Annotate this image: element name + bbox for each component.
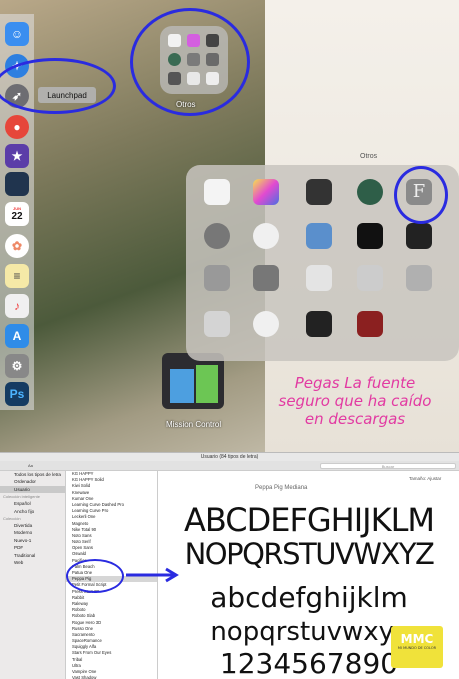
migration-assistant-icon[interactable] bbox=[306, 223, 332, 249]
watermark-big: MMC bbox=[400, 632, 434, 646]
size-value: Ajustar bbox=[427, 476, 442, 481]
grapher-icon[interactable] bbox=[253, 179, 279, 205]
desktop: ☺ ✦ ➶ ● ★ JUN 22 ✿ ≡ ♪ A ⚙ Ps Launchpad … bbox=[0, 0, 459, 452]
preview-font-name: Peppa Pig Mediana bbox=[255, 485, 308, 491]
preview-lowercase-1: abcdefghijklm bbox=[210, 581, 408, 614]
search-input[interactable]: Buscar bbox=[320, 463, 456, 469]
preview-uppercase-1: ABCDEFGHIJKLM bbox=[183, 501, 435, 539]
activity-monitor-icon[interactable] bbox=[406, 223, 432, 249]
notes-icon[interactable]: ≡ bbox=[5, 264, 29, 288]
font-list-item[interactable]: Vast Shadow bbox=[66, 675, 157, 679]
dictionary-icon[interactable] bbox=[357, 311, 383, 337]
imovie-icon[interactable]: ★ bbox=[5, 144, 29, 168]
boot-camp-icon[interactable] bbox=[406, 265, 432, 291]
mission-window-blue bbox=[170, 369, 194, 403]
settings-icon[interactable]: ⚙ bbox=[5, 354, 29, 378]
otros-highlight-circle bbox=[130, 8, 250, 116]
sidebar-item-all[interactable]: Todos los tipos de letra bbox=[0, 471, 65, 478]
mission-window-green bbox=[196, 365, 218, 403]
preview-uppercase-2: NOPQRSTUVWXYZ bbox=[184, 537, 435, 571]
photobooth-icon[interactable] bbox=[5, 172, 29, 196]
window-title: Usuario (84 tipos de letra) bbox=[0, 453, 459, 461]
wifi-icon[interactable] bbox=[253, 223, 279, 249]
script-editor-icon[interactable] bbox=[253, 265, 279, 291]
sidebar-item-new[interactable]: Nuevo-1 bbox=[0, 537, 65, 544]
sidebar-item-spanish[interactable]: Español bbox=[0, 500, 65, 507]
sidebar-item-fixed-width[interactable]: Ancho fijo bbox=[0, 508, 65, 515]
terminal-icon[interactable] bbox=[357, 223, 383, 249]
finder-icon[interactable]: ☺ bbox=[5, 22, 29, 46]
bluetooth-icon[interactable] bbox=[253, 311, 279, 337]
audio-midi-icon[interactable] bbox=[306, 311, 332, 337]
textedit-icon[interactable] bbox=[204, 179, 230, 205]
photoshop-icon[interactable]: Ps bbox=[5, 382, 29, 406]
arrow-icon bbox=[126, 567, 179, 583]
sidebar-item-computer[interactable]: Ordenador bbox=[0, 478, 65, 485]
grab-icon[interactable] bbox=[204, 311, 230, 337]
appstore-icon[interactable]: A bbox=[5, 324, 29, 348]
collections-sidebar: Todos los tipos de letra Ordenador Usuar… bbox=[0, 471, 66, 679]
music-icon[interactable]: ♪ bbox=[5, 294, 29, 318]
collection-header: Colección bbox=[3, 515, 21, 521]
sidebar-item-pdf[interactable]: PDF bbox=[0, 544, 65, 551]
sidebar-item-traditional[interactable]: Traditional bbox=[0, 552, 65, 559]
calendar-icon[interactable]: JUN 22 bbox=[5, 202, 29, 226]
system-info-icon[interactable] bbox=[204, 265, 230, 291]
size-control[interactable]: Tamaño: Ajustar bbox=[409, 476, 441, 481]
annotation-note: Pegas La fuente seguro que ha caído en d… bbox=[278, 374, 432, 428]
calendar-day: 22 bbox=[11, 211, 23, 222]
mission-control-label: Mission Control bbox=[166, 420, 222, 429]
dvd-player-icon[interactable] bbox=[306, 179, 332, 205]
size-label: Tamaño: bbox=[409, 476, 427, 481]
smart-collection-header: Colección inteligente bbox=[3, 494, 40, 500]
screenshot-icon[interactable] bbox=[357, 265, 383, 291]
sidebar-item-fun[interactable]: Divertida bbox=[0, 522, 65, 529]
aa-button[interactable]: Aa bbox=[28, 463, 33, 468]
sidebar-item-web[interactable]: Web bbox=[0, 559, 65, 566]
toolbar: Aa Buscar bbox=[0, 461, 459, 471]
watermark-small: MI MUNDO DE COLOR bbox=[397, 646, 437, 650]
folder-title: Otros bbox=[360, 153, 378, 160]
launchpad-highlight-circle bbox=[0, 58, 116, 114]
chrome-icon[interactable]: ● bbox=[5, 115, 29, 139]
mission-control-icon[interactable] bbox=[162, 353, 224, 409]
photos-icon[interactable]: ✿ bbox=[5, 234, 29, 258]
sidebar-item-modern[interactable]: Moderno bbox=[0, 529, 65, 536]
image-capture-icon[interactable] bbox=[306, 265, 332, 291]
sidebar-item-user[interactable]: Usuario bbox=[0, 485, 65, 494]
voiceover-icon[interactable] bbox=[204, 223, 230, 249]
watermark-logo: MMC MI MUNDO DE COLOR bbox=[391, 626, 443, 668]
time-machine-icon[interactable] bbox=[357, 179, 383, 205]
fontbook-highlight-circle bbox=[394, 166, 448, 224]
peppa-pig-highlight-circle bbox=[66, 559, 124, 593]
